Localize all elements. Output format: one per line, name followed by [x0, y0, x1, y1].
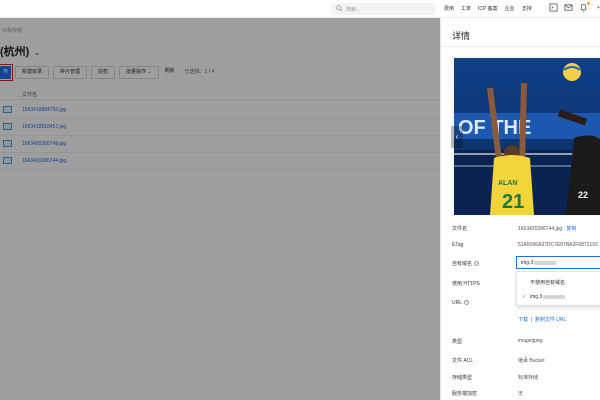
bucket-file-list-panel: 对象存储 (杭州) ⌄ 传 新建目录 碎片管理 授权 批量操作 ⌄ 刷新 已选择：… — [0, 18, 440, 400]
filename-value: 1663420286744.jpg 复制 — [518, 225, 576, 232]
batch-label: 批量操作 — [126, 69, 147, 75]
more-icon[interactable] — [594, 3, 600, 12]
custom-domain-selected: img.3 — [521, 260, 557, 266]
search-icon — [336, 5, 343, 12]
batch-operation-button[interactable]: 批量操作 ⌄ — [119, 66, 159, 79]
new-folder-button[interactable]: 新建目录 — [15, 66, 50, 79]
storage-class-value: 标准存储 — [518, 375, 539, 381]
svg-text:ALAN: ALAN — [498, 180, 517, 187]
svg-text:21: 21 — [502, 191, 524, 213]
acl-label: 文件 ACL — [452, 358, 474, 364]
custom-domain-select[interactable]: img.3 — [516, 256, 600, 269]
image-file-icon — [3, 140, 12, 147]
upload-button[interactable]: 传 — [0, 64, 13, 81]
search-placeholder: 搜索... — [346, 7, 361, 13]
authorize-button[interactable]: 授权 — [91, 66, 116, 79]
file-name-link[interactable]: 1663420268749.jpg — [22, 141, 66, 147]
top-icons — [549, 2, 600, 12]
image-file-icon — [3, 106, 12, 113]
url-text: URL — [452, 300, 463, 306]
copy-filename-link[interactable]: 复制 — [566, 226, 576, 232]
refresh-button[interactable]: 刷新 — [162, 66, 177, 79]
image-preview: OF THE ALAN 21 22 — [454, 58, 600, 215]
previous-image-button[interactable]: ‹ — [451, 126, 463, 148]
file-table-header: 文件名 — [0, 88, 440, 100]
breadcrumb[interactable]: 对象存储 — [2, 27, 22, 34]
file-name-link[interactable]: 1663420286744.jpg — [22, 158, 66, 164]
redacted-domain — [543, 294, 566, 299]
custom-domain-value: img.3 — [521, 260, 534, 266]
type-value: image/jpeg — [518, 338, 543, 344]
top-bar: 搜索... 费用 工单 ICP 备案 企业 支持 — [0, 0, 600, 18]
download-link[interactable]: 下载 — [518, 317, 528, 323]
chevron-down-icon: ⌄ — [33, 47, 41, 57]
terminal-icon[interactable] — [549, 3, 558, 12]
encryption-label: 服务端加密 — [452, 391, 478, 397]
custom-domain-label: 自有域名? — [452, 260, 480, 267]
image-file-icon — [3, 123, 12, 130]
fragment-manage-button[interactable]: 碎片管理 — [53, 66, 88, 79]
image-file-icon — [3, 157, 12, 164]
redacted-domain — [534, 260, 557, 265]
file-name-link[interactable]: 1663418818451.jpg — [22, 124, 66, 130]
acl-value: 继承 Bucket — [518, 358, 545, 364]
bucket-title[interactable]: (杭州) ⌄ — [0, 43, 41, 59]
mail-icon[interactable] — [564, 3, 573, 12]
check-icon: ✓ — [522, 294, 527, 300]
svg-text:22: 22 — [578, 190, 588, 200]
custom-domain-text: 自有域名 — [452, 261, 473, 267]
nav-icp[interactable]: ICP 备案 — [478, 5, 498, 12]
url-actions: 下载 | 复制文件 URL — [518, 317, 567, 323]
chevron-down-icon: ⌄ — [147, 69, 152, 75]
notification-dot — [587, 2, 590, 5]
help-icon[interactable]: ? — [474, 261, 480, 266]
filename-label: 文件名 — [452, 226, 468, 232]
table-row[interactable]: 1663418884793.jpg — [0, 102, 440, 119]
divider — [441, 46, 600, 47]
storage-class-label: 存储类型 — [452, 375, 473, 381]
top-nav: 费用 工单 ICP 备案 企业 支持 — [444, 5, 532, 12]
drawer-title: 详情 — [452, 31, 471, 41]
search-input[interactable]: 搜索... — [331, 3, 435, 15]
type-label: 类型 — [452, 339, 463, 345]
table-row[interactable]: 1663420268749.jpg — [0, 136, 440, 153]
nav-tickets[interactable]: 工单 — [461, 5, 471, 12]
copy-url-link[interactable]: 复制文件 URL — [535, 317, 566, 323]
dropdown-option-domain-text: img.3 — [530, 294, 543, 300]
dropdown-option-none[interactable]: 不使用自有域名 — [530, 279, 565, 286]
encryption-value: 无 — [518, 391, 524, 397]
filename-column-header[interactable]: 文件名 — [22, 91, 37, 98]
filename-text: 1663420286744.jpg — [518, 226, 563, 232]
bell-icon[interactable] — [579, 2, 590, 12]
file-name-link[interactable]: 1663418884793.jpg — [22, 107, 66, 113]
dropdown-option-domain[interactable]: img.3 — [530, 294, 566, 300]
nav-billing[interactable]: 费用 — [444, 5, 454, 12]
nav-support[interactable]: 支持 — [522, 5, 532, 12]
etag-value: 51A5096A37DC7E87BA2F6872193 — [518, 242, 598, 248]
bucket-region: (杭州) — [0, 46, 30, 58]
url-label: URL? — [452, 300, 470, 306]
selected-count: 已选择：1 / 4 — [184, 69, 215, 75]
table-row[interactable]: 1663418818451.jpg — [0, 119, 440, 136]
help-icon[interactable]: ? — [464, 300, 470, 305]
nav-enterprise[interactable]: 企业 — [505, 5, 515, 12]
file-toolbar: 传 新建目录 碎片管理 授权 批量操作 ⌄ 刷新 已选择：1 / 4 — [0, 64, 215, 81]
detail-drawer: 详情 OF THE ALAN 21 22 ‹ 文件名 1663420286744… — [440, 18, 600, 400]
etag-label: ETag — [452, 242, 464, 248]
https-label: 使用 HTTPS — [452, 281, 480, 287]
file-table: 1663418884793.jpg 1663418818451.jpg 1663… — [0, 102, 440, 170]
custom-domain-dropdown: 不使用自有域名 ✓ img.3 — [516, 271, 600, 306]
table-row[interactable]: 1663420286744.jpg — [0, 153, 440, 170]
